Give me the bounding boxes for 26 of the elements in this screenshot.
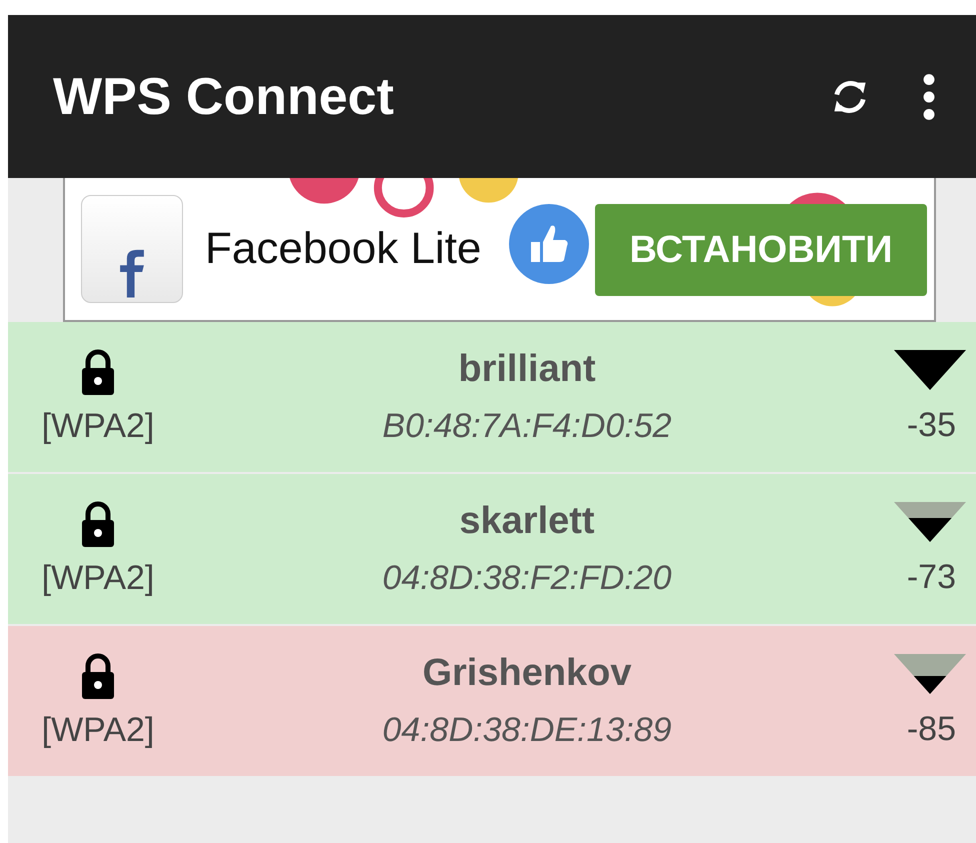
lock-icon [80, 652, 116, 698]
wifi-signal-icon [894, 654, 966, 694]
signal-strength: -85 [906, 710, 956, 748]
app-title: WPS Connect [53, 66, 394, 126]
security-type: [WPA2] [42, 406, 154, 446]
network-name: brilliant [458, 348, 596, 391]
security-type: [WPA2] [42, 558, 154, 598]
lock-icon [80, 500, 116, 546]
app-name: Facebook Lite [205, 224, 482, 274]
network-row[interactable]: [WPA2] Grishenkov 04:8D:38:DE:13:89 -85 [8, 626, 976, 776]
network-name: Grishenkov [422, 652, 632, 695]
thumbs-up-icon [509, 204, 589, 284]
network-row[interactable]: [WPA2] brilliant B0:48:7A:F4:D0:52 -35 [8, 322, 976, 472]
mac-address: 04:8D:38:DE:13:89 [382, 711, 672, 750]
ad-banner[interactable]: Facebook Lite ВСТАНОВИТИ [63, 178, 936, 322]
more-menu-icon[interactable] [922, 72, 936, 120]
signal-strength: -73 [906, 558, 956, 596]
lock-icon [80, 348, 116, 394]
wifi-signal-icon [894, 502, 966, 542]
network-row[interactable]: [WPA2] skarlett 04:8D:38:F2:FD:20 -73 [8, 474, 976, 624]
app-logo-icon [81, 195, 183, 303]
signal-strength: -35 [906, 406, 956, 444]
security-type: [WPA2] [42, 710, 154, 750]
mac-address: 04:8D:38:F2:FD:20 [382, 559, 672, 598]
network-name: skarlett [459, 500, 595, 543]
mac-address: B0:48:7A:F4:D0:52 [382, 407, 672, 446]
